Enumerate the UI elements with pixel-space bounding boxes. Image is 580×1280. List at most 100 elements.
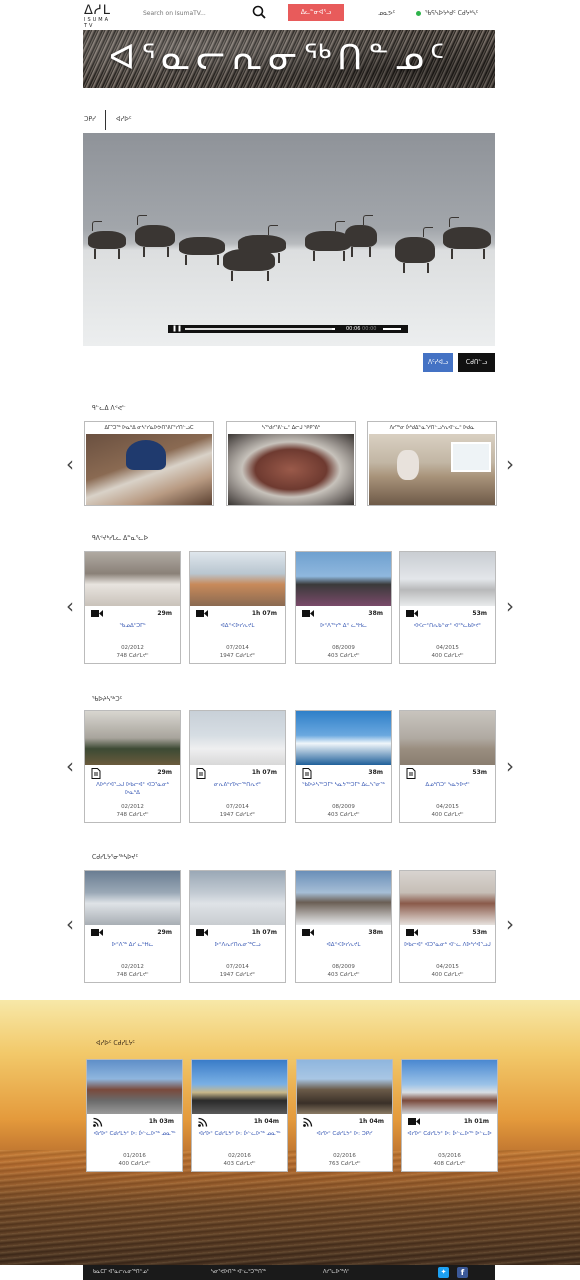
language-link[interactable]: ᓄᓇᕗᑦ bbox=[378, 10, 395, 17]
video-title[interactable]: ᖃᐅᔨᓴᖅᑐᒥᒃ ᓴᓇᔭᖅᑐᒥᒃ ᐃᓚᓴᕐᓂᖅ bbox=[300, 781, 387, 789]
video-card[interactable]: 1h 07m ᐊᐃᑉᐸᐅᓯᕆᔪᒪ 07/2014 1947 ᑕᑯᓯᒪᔪᑦ bbox=[189, 551, 286, 664]
video-thumbnail bbox=[297, 1060, 392, 1114]
featured-next-arrow[interactable]: › bbox=[506, 454, 514, 474]
video-title[interactable]: ᐅᑉᐱᖅ ᐃᓯ ᓚᒃᕼᓚ bbox=[89, 941, 176, 949]
user-link[interactable]: ᖃᕋᓴᐅᔭᒃᑯᑦ ᑕᑯᔭᒃᓴᑦ bbox=[425, 10, 478, 17]
section-next-arrow[interactable]: › bbox=[506, 914, 514, 934]
video-title[interactable]: ᐊᐸᓕᑦᑎᕆᑲᓐᓂᑦ ᐊᑉᒃᓚᑲᐅᔪᑦ bbox=[404, 622, 491, 630]
video-card[interactable]: 29m ᐅᑉᐱᖅ ᐃᓯ ᓚᒃᕼᓚ 02/2012 748 ᑕᑯᓯᒪᔪᑦ bbox=[84, 870, 181, 983]
video-date: 08/2009 bbox=[332, 645, 355, 651]
video-views: 748 ᑕᑯᓯᒪᔪᑦ bbox=[116, 972, 149, 978]
video-card[interactable]: 29m ᐱᐅᒃᓯᐊᕐᓗᒍ ᐅᑲᓕᐊᑦ ᐊᑐᕐᓇᓂᒃ ᐅᓇᒃᐃ 02/2012 748 … bbox=[84, 710, 181, 823]
video-card[interactable]: 1h 07m ᓂᕆᕕᒃᓯᐅᓕᕐᒃᑎᕆᔪᑦ 07/2014 1947 ᑕᑯᓯᒪᔪᑦ bbox=[189, 710, 286, 823]
video-views: 748 ᑕᑯᓯᒪᔪᑦ bbox=[116, 812, 149, 818]
document-icon bbox=[91, 768, 103, 779]
video-views: 763 ᑕᑯᓯᒪᔪᑦ bbox=[328, 1161, 361, 1167]
video-card[interactable]: 29m ᖃᓄᐃᑦᑐᒥᒃ 02/2012 748 ᑕᑯᓯᒪᔪᑦ bbox=[84, 551, 181, 664]
video-duration: 29m bbox=[157, 929, 172, 936]
section-prev-arrow[interactable]: ‹ bbox=[66, 596, 74, 616]
video-card[interactable]: 53m ᐅᑲᓕᐊᑦ ᐊᑐᕐᓇᓂᒃ ᐊᓪᓚ ᐱᐅᒃᓯᐊᕐᓗᒍ 04/2015 400 ᑕ… bbox=[399, 870, 496, 983]
facebook-icon[interactable]: f bbox=[457, 1267, 468, 1278]
breadcrumb-current: ᐊᓯᐅᑦ bbox=[116, 116, 132, 123]
video-camera-icon bbox=[302, 928, 314, 937]
video-views: 400 ᑕᑯᓯᒪᔪᑦ bbox=[118, 1161, 151, 1167]
featured-card[interactable]: ᐱᓯᖅᓂ ᐆᒃᑯᐃᓐᓇᕐᓱᑎᓪᓗᒃᕆᐊᓪᓚᑦ ᐅᑯᓇ bbox=[367, 421, 497, 506]
footer-link[interactable]: ᐱᓯᕐᓚᐅᖅᐱᑦ bbox=[323, 1269, 349, 1275]
footer-link[interactable]: ᑲᓇᑕᒥ ᐊᕐᓇᓕᕆᓂᖅᑎᓐᓄᑦ bbox=[93, 1269, 149, 1275]
video-date: 02/2012 bbox=[121, 645, 144, 651]
video-title[interactable]: ᐊᐃᑉᐸᐅᓯᕆᔪᒪ bbox=[300, 941, 387, 949]
section-title: ᖃᐅᔨᓴᖅᑐᑦ bbox=[92, 696, 123, 703]
video-thumbnail bbox=[296, 711, 391, 765]
video-views: 400 ᑕᑯᓯᒪᔪᑦ bbox=[431, 972, 464, 978]
video-duration: 1h 04m bbox=[253, 1118, 279, 1125]
breadcrumb-home[interactable]: ᑐᑭᓯ bbox=[84, 116, 96, 123]
document-icon bbox=[406, 768, 418, 779]
search-button[interactable] bbox=[251, 4, 267, 20]
video-card[interactable]: 38m ᐊᐃᑉᐸᐅᓯᕆᔪᒪ 08/2009 403 ᑕᑯᓯᒪᔪᑦ bbox=[295, 870, 392, 983]
video-date: 07/2014 bbox=[226, 645, 249, 651]
video-card[interactable]: 1h 04m ᐊᓯᐅᑦ ᑕᑯᓯᒪᔭᑦ ᐅ: ᑐᑭᓯ 02/2016 763 ᑕᑯᓯᒪᔪ… bbox=[296, 1059, 393, 1172]
section-next-arrow[interactable]: › bbox=[506, 756, 514, 776]
section-prev-arrow[interactable]: ‹ bbox=[66, 914, 74, 934]
video-card[interactable]: 1h 01m ᐊᓯᐅᑦ ᑕᑯᓯᒪᔭᑦ ᐅ: ᐆᓪᓚᐅᖅ ᐅᓪᓚᐅ 03/2016 40… bbox=[401, 1059, 498, 1172]
section-prev-arrow[interactable]: ‹ bbox=[66, 756, 74, 776]
video-card[interactable]: 53m ᐃᓄᒃᑎᑐᑦ ᓴᓇᔭᐅᔪᑦ 04/2015 400 ᑕᑯᓯᒪᔪᑦ bbox=[399, 710, 496, 823]
video-camera-icon bbox=[302, 609, 314, 618]
featured-card-title: ᓴᕐᖁᓯᕐᕕᓪᓚᑦ ᐃᓕᒍ ᕿᑭᕐᕕᒃ bbox=[261, 425, 321, 431]
video-player[interactable]: ❚❚ 00:06 00:00 bbox=[83, 133, 495, 346]
section-next-arrow[interactable]: › bbox=[506, 596, 514, 616]
video-date: 04/2015 bbox=[436, 804, 459, 810]
video-date: 01/2016 bbox=[123, 1153, 146, 1159]
search-icon bbox=[252, 5, 266, 19]
featured-title: ᑫᓪᓚᐃ ᐱᕝᕙᓪ bbox=[92, 405, 126, 412]
video-card[interactable]: 1h 07m ᐅᑉᐱᕆᓯᑎᕆᓂᖅᑕᓗ 07/2014 1947 ᑕᑯᓯᒪᔪᑦ bbox=[189, 870, 286, 983]
video-date: 02/2012 bbox=[121, 964, 144, 970]
online-status-dot bbox=[416, 11, 421, 16]
signup-button[interactable]: ᐃᓚᓐᓂᐊᕐᓗ bbox=[288, 4, 344, 21]
progress-track[interactable] bbox=[185, 328, 335, 330]
video-thumbnail bbox=[85, 711, 180, 765]
video-card[interactable]: 38m ᐅᑉᐱᖅᓯᒃ ᐃᑉ ᓚᒃᕼᓚ 08/2009 403 ᑕᑯᓯᒪᔪᑦ bbox=[295, 551, 392, 664]
video-thumbnail bbox=[400, 871, 495, 925]
video-duration: 29m bbox=[157, 610, 172, 617]
video-title[interactable]: ᖃᓄᐃᑦᑐᒥᒃ bbox=[89, 622, 176, 630]
video-title[interactable]: ᐅᑲᓕᐊᑦ ᐊᑐᕐᓇᓂᒃ ᐊᓪᓚ ᐱᐅᒃᓯᐊᕐᓗᒍ bbox=[404, 941, 491, 949]
video-title[interactable]: ᐊᓯᐅᑦ ᑕᑯᓯᒪᔭᑦ ᐅ: ᐆᓪᓚᐅᖅ ᓄᓇᖅ bbox=[91, 1130, 178, 1138]
video-card[interactable]: 38m ᖃᐅᔨᓴᖅᑐᒥᒃ ᓴᓇᔭᖅᑐᒥᒃ ᐃᓚᓴᕐᓂᖅ 08/2009 403 ᑕᑯᓯ… bbox=[295, 710, 392, 823]
logo-syllabics: ᐃᓱᒪ bbox=[84, 3, 111, 18]
featured-prev-arrow[interactable]: ‹ bbox=[66, 454, 74, 474]
video-camera-icon bbox=[406, 928, 418, 937]
footer-link[interactable]: ᓴᓂᕐᕙᐅᑎᖅ ᐊᓪᓚᒃᑐᖅᑎᖅ bbox=[211, 1269, 266, 1275]
isuma-logo[interactable]: ᐃᓱᒪ ISUMA TV bbox=[84, 3, 112, 29]
video-views: 748 ᑕᑯᓯᒪᔪᑦ bbox=[116, 653, 149, 659]
video-title[interactable]: ᐊᓯᐅᑦ ᑕᑯᓯᒪᔭᑦ ᐅ: ᑐᑭᓯ bbox=[301, 1130, 388, 1138]
video-card[interactable]: 53m ᐊᐸᓕᑦᑎᕆᑲᓐᓂᑦ ᐊᑉᒃᓚᑲᐅᔪᑦ 04/2015 400 ᑕᑯᓯᒪᔪᑦ bbox=[399, 551, 496, 664]
video-title[interactable]: ᐃᓄᒃᑎᑐᑦ ᓴᓇᔭᐅᔪᑦ bbox=[404, 781, 491, 789]
video-duration: 1h 07m bbox=[251, 769, 277, 776]
search-input[interactable] bbox=[143, 6, 248, 20]
featured-card[interactable]: ᐃᒥᕐᑐᖅ ᐅᓇᒃᐃ ᓂᓴᑦᓯᓇᐅᕗᑎᕐᕕᒋᑦᓯᑎᓪᓗᑕ bbox=[84, 421, 214, 506]
video-card[interactable]: 1h 03m ᐊᓯᐅᑦ ᑕᑯᓯᒪᔭᑦ ᐅ: ᐆᓪᓚᐅᖅ ᓄᓇᖅ 01/2016 400… bbox=[86, 1059, 183, 1172]
video-title[interactable]: ᐊᓯᐅᑦ ᑕᑯᓯᒪᔭᑦ ᐅ: ᐆᓪᓚᐅᖅ ᐅᓪᓚᐅ bbox=[406, 1130, 493, 1138]
video-title[interactable]: ᐱᐅᒃᓯᐊᕐᓗᒍ ᐅᑲᓕᐊᑦ ᐊᑐᕐᓇᓂᒃ ᐅᓇᒃᐃ bbox=[89, 781, 176, 797]
share-button[interactable]: ᐱᑦᓯᐊᓗ bbox=[423, 353, 453, 372]
featured-card[interactable]: ᓴᕐᖁᓯᕐᕕᓪᓚᑦ ᐃᓕᒍ ᕿᑭᕐᕕᒃ bbox=[226, 421, 356, 506]
section-title: ᑕᑯᓯᒪᔭᕐᓂᖅᓴᐅᔪᑦ bbox=[92, 854, 139, 861]
video-title[interactable]: ᐅᑉᐱᕆᓯᑎᕆᓂᖅᑕᓗ bbox=[194, 941, 281, 949]
volume-slider[interactable] bbox=[383, 328, 401, 330]
video-title[interactable]: ᐅᑉᐱᖅᓯᒃ ᐃᑉ ᓚᒃᕼᓚ bbox=[300, 622, 387, 630]
twitter-icon[interactable]: ✦ bbox=[438, 1267, 449, 1278]
video-duration: 29m bbox=[157, 769, 172, 776]
pause-icon[interactable]: ❚❚ bbox=[172, 326, 182, 332]
video-thumbnail bbox=[192, 1060, 287, 1114]
section-title: ᑫᐱᕝᔪᒃᓯᒪᓚ ᐃᓐᓇᕐᓚᐅ bbox=[92, 535, 149, 542]
video-date: 03/2016 bbox=[438, 1153, 461, 1159]
video-card[interactable]: 1h 04m ᐊᓯᐅᑦ ᑕᑯᓯᒪᔭᑦ ᐅ: ᐆᓪᓚᐅᖅ ᓄᓇᖅ 02/2016 403… bbox=[191, 1059, 288, 1172]
video-views: 403 ᑕᑯᓯᒪᔪᑦ bbox=[223, 1161, 256, 1167]
video-title[interactable]: ᐊᓯᐅᑦ ᑕᑯᓯᒪᔭᑦ ᐅ: ᐆᓪᓚᐅᖅ ᓄᓇᖅ bbox=[196, 1130, 283, 1138]
video-title[interactable]: ᐊᐃᑉᐸᐅᓯᕆᔪᒪ bbox=[194, 622, 281, 630]
video-title[interactable]: ᓂᕆᕕᒃᓯᐅᓕᕐᒃᑎᕆᔪᑦ bbox=[194, 781, 281, 789]
download-button[interactable]: ᑕᑯᑎᓪᓗ bbox=[458, 353, 495, 372]
video-views: 408 ᑕᑯᓯᒪᔪᑦ bbox=[433, 1161, 466, 1167]
